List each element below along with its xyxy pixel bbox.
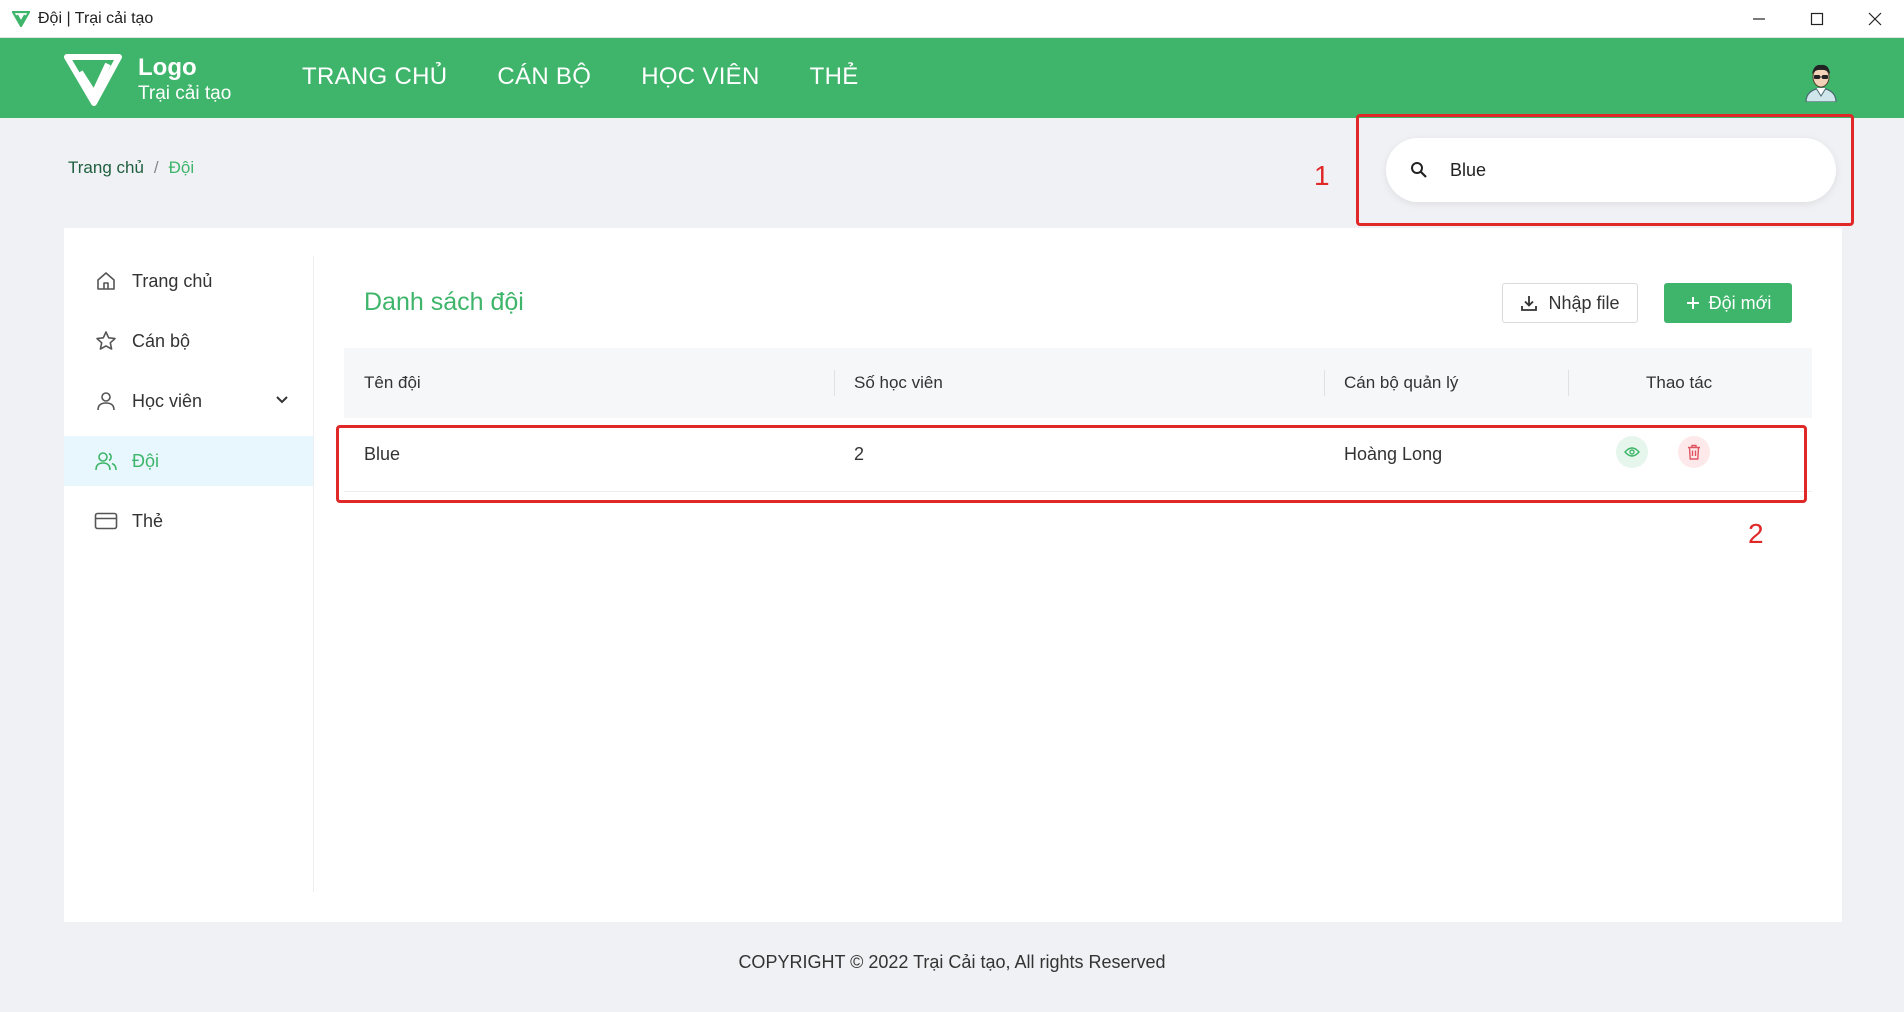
- column-divider: [1568, 370, 1569, 396]
- nav-item-cards[interactable]: THẺ: [810, 58, 859, 96]
- import-file-button[interactable]: Nhập file: [1502, 283, 1638, 323]
- table-header: Tên đội Số học viên Cán bộ quản lý Thao …: [344, 348, 1812, 418]
- chevron-down-icon[interactable]: [273, 391, 291, 409]
- breadcrumb-current: Đội: [168, 158, 195, 177]
- sidebar: Trang chủ Cán bộ Học viên Đội Thẻ: [64, 256, 314, 892]
- sidebar-item-cards[interactable]: Thẻ: [64, 496, 313, 546]
- minimize-button[interactable]: [1730, 0, 1788, 38]
- card-icon: [94, 509, 118, 533]
- nav-item-home[interactable]: TRANG CHỦ: [302, 58, 447, 96]
- minimize-icon: [1753, 18, 1765, 20]
- logo-title: Logo: [138, 54, 197, 81]
- annotation-marker-1: 1: [1314, 160, 1330, 191]
- sidebar-item-label: Trang chủ: [132, 270, 213, 291]
- nav-item-students[interactable]: HỌC VIÊN: [641, 58, 759, 96]
- users-icon: [94, 449, 118, 473]
- sidebar-item-label: Đội: [132, 450, 160, 471]
- close-button[interactable]: [1846, 0, 1904, 38]
- window-titlebar: Đội | Trại cải tạo: [0, 0, 1904, 38]
- sidebar-item-staff[interactable]: Cán bộ: [64, 316, 313, 366]
- user-icon: [94, 389, 118, 413]
- column-divider: [834, 370, 835, 396]
- plus-icon: [1686, 297, 1699, 309]
- annotation-marker-2: 2: [1748, 518, 1764, 549]
- window-title: Đội | Trại cải tạo: [38, 9, 154, 27]
- download-icon: [1521, 296, 1538, 311]
- nav-item-staff[interactable]: CÁN BỘ: [497, 58, 591, 96]
- home-icon: [94, 269, 118, 293]
- sidebar-item-home[interactable]: Trang chủ: [64, 256, 313, 306]
- column-header-name[interactable]: Tên đội: [364, 373, 421, 393]
- sidebar-item-label: Học viên: [132, 390, 203, 411]
- user-avatar[interactable]: [1802, 62, 1840, 103]
- logo-text[interactable]: Logo Trại cải tạo: [138, 54, 231, 106]
- star-icon: [94, 329, 118, 353]
- close-icon: [1868, 12, 1882, 26]
- main-card: Trang chủ Cán bộ Học viên Đội Thẻ Danh s…: [64, 228, 1842, 922]
- window-controls: [1730, 0, 1904, 38]
- app-header: [0, 38, 1904, 118]
- breadcrumb-separator: /: [153, 158, 159, 177]
- maximize-icon: [1810, 12, 1824, 26]
- breadcrumb: Trang chủ / Đội: [68, 158, 194, 178]
- import-file-label: Nhập file: [1548, 292, 1620, 313]
- column-header-manager[interactable]: Cán bộ quản lý: [1344, 373, 1458, 393]
- top-navigation: TRANG CHỦ CÁN BỘ HỌC VIÊN THẺ: [302, 58, 909, 96]
- breadcrumb-home[interactable]: Trang chủ: [68, 158, 144, 178]
- maximize-button[interactable]: [1788, 0, 1846, 38]
- logo-icon[interactable]: [64, 54, 124, 106]
- new-team-label: Đội mới: [1708, 292, 1772, 313]
- sidebar-item-label: Thẻ: [132, 510, 164, 531]
- footer-copyright: COPYRIGHT © 2022 Trại Cải tạo, All right…: [738, 952, 1166, 972]
- sidebar-item-label: Cán bộ: [132, 330, 191, 351]
- column-header-count[interactable]: Số học viên: [854, 373, 943, 393]
- column-divider: [1324, 370, 1325, 396]
- annotation-box-1: [1356, 114, 1854, 226]
- sidebar-item-students[interactable]: Học viên: [64, 376, 313, 426]
- logo-subtitle: Trại cải tạo: [138, 83, 232, 104]
- page-title: Danh sách đội: [364, 288, 524, 316]
- column-header-actions: Thao tác: [1646, 373, 1713, 392]
- annotation-box-2: [336, 425, 1807, 503]
- app-logo-icon: [10, 8, 32, 30]
- sidebar-item-teams[interactable]: Đội: [64, 436, 313, 486]
- new-team-button[interactable]: Đội mới: [1664, 283, 1792, 323]
- team-list-panel: Danh sách đội Nhập file Đội mới Tên đội …: [314, 228, 1842, 922]
